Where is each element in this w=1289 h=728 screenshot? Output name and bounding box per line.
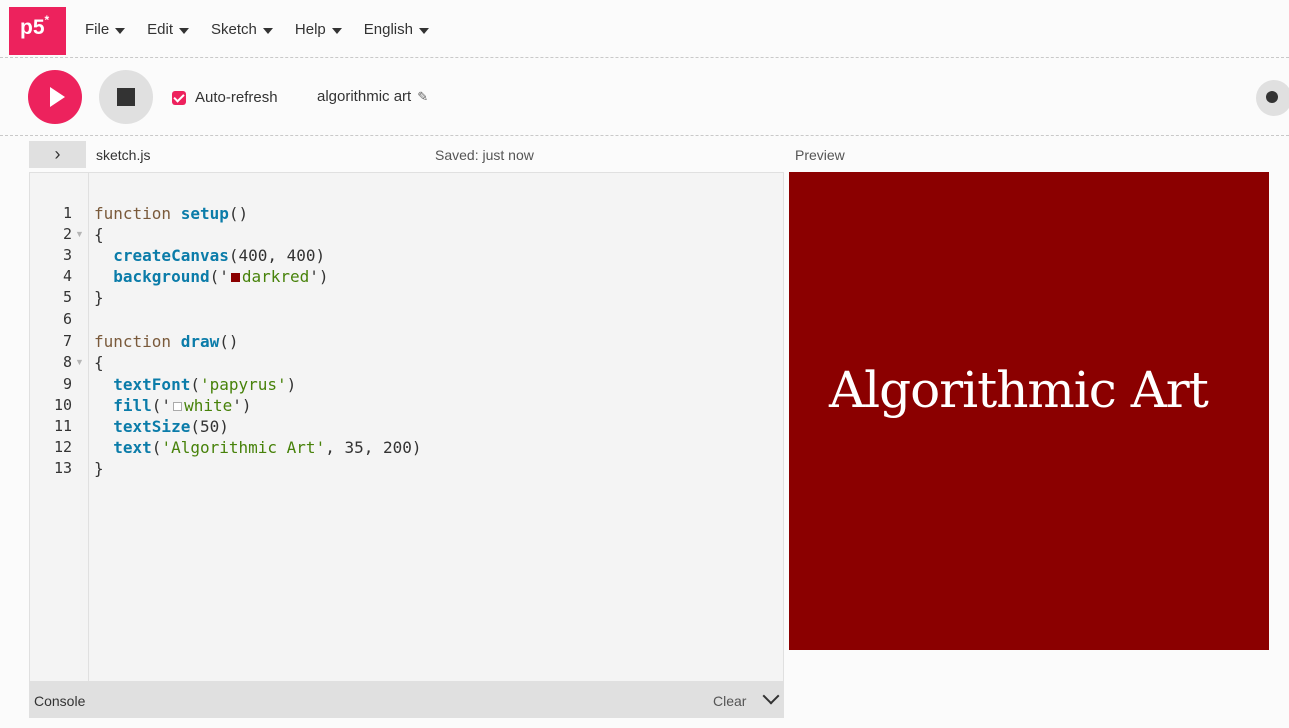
code-line: function draw(): [94, 332, 239, 352]
function-name: background: [113, 267, 210, 286]
main-menu: File Edit Sketch Help English: [85, 21, 451, 38]
function-name: fill: [113, 396, 152, 415]
sketch-name[interactable]: algorithmic art ✎: [317, 88, 428, 105]
line-number-gutter: 1 2 ▼ 3 4 5 6 7 8 ▼ 9 10 11 12 13: [30, 173, 89, 681]
menu-help-label: Help: [294, 21, 326, 38]
menu-sketch[interactable]: Sketch: [211, 21, 273, 38]
code-editor[interactable]: 1 2 ▼ 3 4 5 6 7 8 ▼ 9 10 11 12 13 functi…: [29, 172, 784, 682]
auto-refresh-label: Auto-refresh: [195, 89, 278, 106]
line-number: 7: [62, 332, 72, 350]
menu-language-label: English: [363, 21, 413, 38]
code-line: fill(' white'): [94, 396, 252, 416]
line-number: 6: [62, 310, 72, 328]
file-name[interactable]: sketch.js: [96, 147, 150, 163]
function-name: text: [113, 438, 152, 457]
string-literal: 'papyrus': [199, 375, 287, 394]
punctuation: (: [151, 438, 162, 457]
logo-text: p5: [20, 16, 45, 39]
keyword: function: [94, 332, 181, 351]
settings-button[interactable]: [1256, 80, 1289, 116]
code-line: background(' darkred'): [94, 267, 329, 287]
menu-sketch-label: Sketch: [211, 21, 257, 38]
logo-asterisk: *: [44, 13, 50, 27]
keyword: function: [94, 204, 181, 223]
string-literal: darkred: [241, 267, 310, 286]
auto-refresh-checkbox[interactable]: [172, 90, 186, 105]
function-name: draw: [180, 332, 220, 351]
caret-down-icon: [115, 27, 126, 34]
punctuation: '): [232, 396, 252, 415]
auto-refresh-toggle[interactable]: Auto-refresh: [172, 89, 278, 106]
code-line: }: [94, 459, 104, 478]
pencil-icon[interactable]: ✎: [417, 89, 428, 105]
fold-triangle-icon[interactable]: ▼: [75, 357, 84, 367]
caret-down-icon: [418, 27, 429, 34]
console-label: Console: [34, 693, 86, 709]
menu-language[interactable]: English: [364, 21, 429, 38]
line-number: 13: [53, 459, 72, 477]
menu-file[interactable]: File: [85, 21, 126, 38]
code-line: textFont('papyrus'): [94, 375, 296, 395]
caret-down-icon: [262, 27, 273, 34]
saved-status: Saved: just now: [435, 147, 534, 163]
line-number: 1: [62, 204, 72, 222]
string-literal: white: [184, 396, 233, 415]
line-number: 8: [62, 353, 72, 371]
arguments: (400, 400): [228, 246, 326, 265]
preview-label: Preview: [795, 147, 845, 163]
chevron-down-icon[interactable]: [762, 687, 780, 705]
line-number: 10: [53, 396, 72, 414]
sketch-name-label: algorithmic art: [317, 88, 412, 105]
function-name: textSize: [113, 417, 191, 436]
menu-edit[interactable]: Edit: [147, 21, 190, 38]
code-line: {: [94, 353, 104, 372]
clear-console-button[interactable]: Clear: [713, 693, 746, 709]
toolbar: Auto-refresh algorithmic art ✎: [0, 58, 1289, 136]
function-name: textFont: [113, 375, 191, 394]
collapse-sidebar-button[interactable]: ›: [29, 141, 86, 168]
punctuation: '): [309, 267, 329, 286]
line-number: 9: [62, 375, 72, 393]
punctuation: (': [151, 396, 172, 415]
line-number: 3: [62, 246, 72, 264]
punctuation: (: [190, 375, 200, 394]
caret-down-icon: [179, 27, 190, 34]
line-number: 12: [53, 438, 72, 456]
p5-logo[interactable]: p5*: [9, 7, 66, 55]
line-number: 2: [62, 225, 72, 243]
line-number: 11: [53, 417, 72, 435]
code-line: text('Algorithmic Art', 35, 200): [94, 438, 422, 458]
color-swatch-white[interactable]: [173, 402, 183, 411]
line-number: 5: [62, 288, 72, 306]
function-name: createCanvas: [113, 246, 229, 265]
code-line: createCanvas(400, 400): [94, 246, 325, 266]
menu-file-label: File: [85, 21, 110, 38]
preview-canvas: Algorithmic Art: [789, 172, 1269, 650]
code-line: function setup(): [94, 204, 248, 224]
menu-bar: p5* File Edit Sketch Help English: [0, 0, 1289, 58]
string-literal: 'Algorithmic Art': [161, 438, 326, 457]
stop-button[interactable]: [99, 70, 153, 124]
color-swatch-darkred[interactable]: [230, 273, 240, 282]
fold-triangle-icon[interactable]: ▼: [75, 229, 84, 239]
caret-down-icon: [331, 27, 342, 34]
punctuation: (): [219, 332, 239, 351]
play-button[interactable]: [28, 70, 82, 124]
punctuation: (): [228, 204, 249, 223]
code-line: }: [94, 288, 104, 307]
menu-edit-label: Edit: [147, 21, 174, 38]
code-line: textSize(50): [94, 417, 229, 437]
punctuation: (': [209, 267, 229, 286]
preview-canvas-text: Algorithmic Art: [829, 361, 1209, 419]
arguments: , 35, 200): [325, 438, 422, 457]
menu-help[interactable]: Help: [295, 21, 342, 38]
console-bar: Console Clear: [29, 682, 784, 718]
punctuation: ): [286, 375, 297, 394]
arguments: (50): [190, 417, 229, 436]
line-number: 4: [62, 267, 72, 285]
function-name: setup: [180, 204, 229, 223]
code-line: {: [94, 225, 104, 244]
